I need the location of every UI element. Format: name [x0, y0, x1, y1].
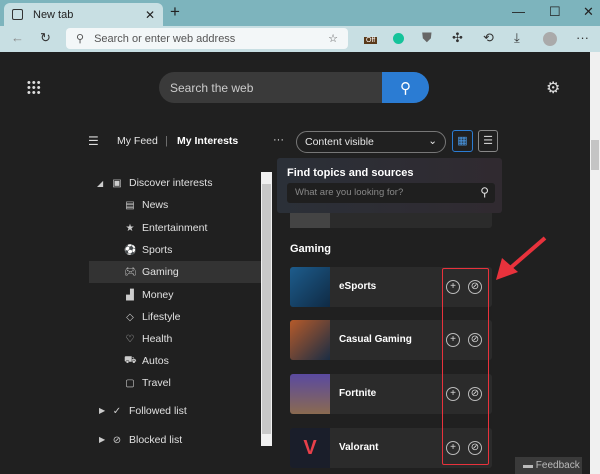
valorant-logo: V: [290, 428, 330, 468]
grid-view-button[interactable]: ▦: [452, 130, 473, 152]
more-menu-icon[interactable]: ···: [576, 30, 589, 45]
sports-icon: ⚽: [124, 245, 136, 256]
car-icon: ⛟: [124, 355, 136, 368]
topic-search-placeholder: What are you looking for?: [295, 187, 403, 198]
topic-name: Valorant: [339, 442, 378, 453]
sidebar-item-money[interactable]: ▟ Money: [89, 284, 261, 306]
list-view-button[interactable]: ☰: [478, 130, 498, 152]
search-button[interactable]: ⚲: [382, 72, 429, 103]
download-icon[interactable]: ⤓: [514, 30, 520, 46]
dropdown-value: Content visible: [305, 136, 374, 148]
refresh-button[interactable]: ↻: [40, 30, 51, 46]
find-topics-title: Find topics and sources: [287, 167, 414, 179]
sidebar-item-news[interactable]: ▤ News: [89, 194, 261, 216]
item-label: Discover interests: [129, 177, 212, 189]
news-icon: ▤: [124, 200, 136, 211]
my-interests-link[interactable]: My Interests: [177, 135, 238, 147]
item-label: News: [142, 199, 168, 211]
sidebar-item-discover[interactable]: ▣ Discover interests: [89, 172, 261, 194]
search-icon: ⚲: [400, 79, 411, 97]
tab-new-tab[interactable]: New tab ✕: [4, 3, 163, 26]
back-button[interactable]: ←: [11, 30, 24, 45]
grammarly-icon[interactable]: [393, 33, 404, 44]
nav-separator: |: [165, 135, 168, 147]
extension-badge[interactable]: Off: [364, 37, 377, 44]
sidebar-item-lifestyle[interactable]: ◇ Lifestyle: [89, 306, 261, 328]
item-label: Blocked list: [129, 434, 182, 446]
search-icon[interactable]: ⚲: [480, 185, 489, 199]
find-topics-panel: Find topics and sources What are you loo…: [277, 158, 502, 213]
check-circle-icon: ✓: [111, 406, 123, 417]
web-search-box[interactable]: Search the web ⚲: [159, 72, 429, 103]
sidebar-item-health[interactable]: ♡ Health: [89, 328, 261, 350]
gamepad-icon: 🎮︎: [124, 267, 136, 278]
annotation-highlight-box: [442, 268, 489, 465]
minimize-button[interactable]: —: [512, 4, 525, 19]
item-label: Money: [142, 289, 174, 301]
my-feed-link[interactable]: My Feed: [117, 135, 158, 147]
address-bar[interactable]: ⚲ Search or enter web address ☆: [66, 28, 348, 49]
sidebar-scrollbar[interactable]: [261, 172, 272, 446]
topic-name: eSports: [339, 281, 376, 292]
sidebar-item-gaming[interactable]: 🎮︎ Gaming: [89, 261, 261, 283]
profile-avatar[interactable]: [543, 32, 557, 46]
esports-image: [290, 267, 330, 307]
close-tab-icon[interactable]: ✕: [145, 8, 155, 22]
tab-title: New tab: [33, 9, 73, 21]
block-icon: ⊘: [111, 435, 123, 446]
casual-gaming-image: [290, 320, 330, 360]
topic-search-input[interactable]: What are you looking for? ⚲: [287, 183, 495, 203]
heart-icon: ♡: [124, 334, 136, 345]
page-icon: [12, 9, 23, 20]
more-options-button[interactable]: ···: [273, 134, 284, 146]
search-placeholder: Search the web: [170, 81, 253, 95]
topic-name: Fortnite: [339, 388, 376, 399]
page-scrollbar[interactable]: [590, 52, 600, 474]
settings-gear-icon[interactable]: ⚙: [546, 78, 560, 98]
item-label: Lifestyle: [142, 311, 181, 323]
item-label: Gaming: [142, 266, 179, 278]
favorite-add-icon[interactable]: ☆: [328, 32, 338, 45]
feedback-button[interactable]: ▬ Feedback: [515, 457, 582, 474]
shield-extension-icon[interactable]: ⛊: [422, 30, 432, 46]
suitcase-icon: ▢: [124, 378, 136, 389]
item-label: Autos: [142, 355, 169, 367]
sidebar-item-followed[interactable]: ✓ Followed list: [89, 400, 261, 422]
chevron-down-icon: ⌄: [428, 135, 437, 147]
address-placeholder: Search or enter web address: [94, 33, 235, 45]
content-visibility-dropdown[interactable]: Content visible ⌄: [296, 131, 446, 153]
item-label: Followed list: [129, 405, 187, 417]
feedback-label: Feedback: [536, 460, 580, 471]
feedback-icon: ▬: [523, 460, 536, 471]
sidebar-item-blocked[interactable]: ⊘ Blocked list: [89, 429, 261, 451]
close-window-button[interactable]: ✕: [583, 4, 594, 20]
extensions-icon[interactable]: ✣: [452, 30, 463, 46]
item-label: Health: [142, 333, 172, 345]
sidebar-item-autos[interactable]: ⛟ Autos: [89, 350, 261, 372]
sidebar-item-travel[interactable]: ▢ Travel: [89, 372, 261, 394]
item-label: Entertainment: [142, 222, 207, 234]
item-label: Sports: [142, 244, 172, 256]
discover-icon: ▣: [111, 178, 123, 189]
history-icon[interactable]: ⟲: [483, 30, 494, 46]
topic-name: Casual Gaming: [339, 334, 412, 345]
star-icon: ★: [124, 223, 136, 234]
diamond-icon: ◇: [124, 312, 136, 323]
hamburger-menu-icon[interactable]: ☰: [88, 134, 99, 148]
apps-grid-icon[interactable]: •••••••••: [27, 81, 42, 96]
new-tab-button[interactable]: +: [170, 2, 180, 22]
sidebar-item-entertainment[interactable]: ★ Entertainment: [89, 217, 261, 239]
maximize-button[interactable]: ☐: [549, 4, 561, 20]
fortnite-image: [290, 374, 330, 414]
section-title: Gaming: [290, 243, 331, 255]
sidebar-item-sports[interactable]: ⚽ Sports: [89, 239, 261, 261]
item-label: Travel: [142, 377, 171, 389]
annotation-arrow-icon: [490, 232, 550, 287]
search-icon: ⚲: [76, 32, 84, 45]
chart-icon: ▟: [124, 290, 136, 301]
